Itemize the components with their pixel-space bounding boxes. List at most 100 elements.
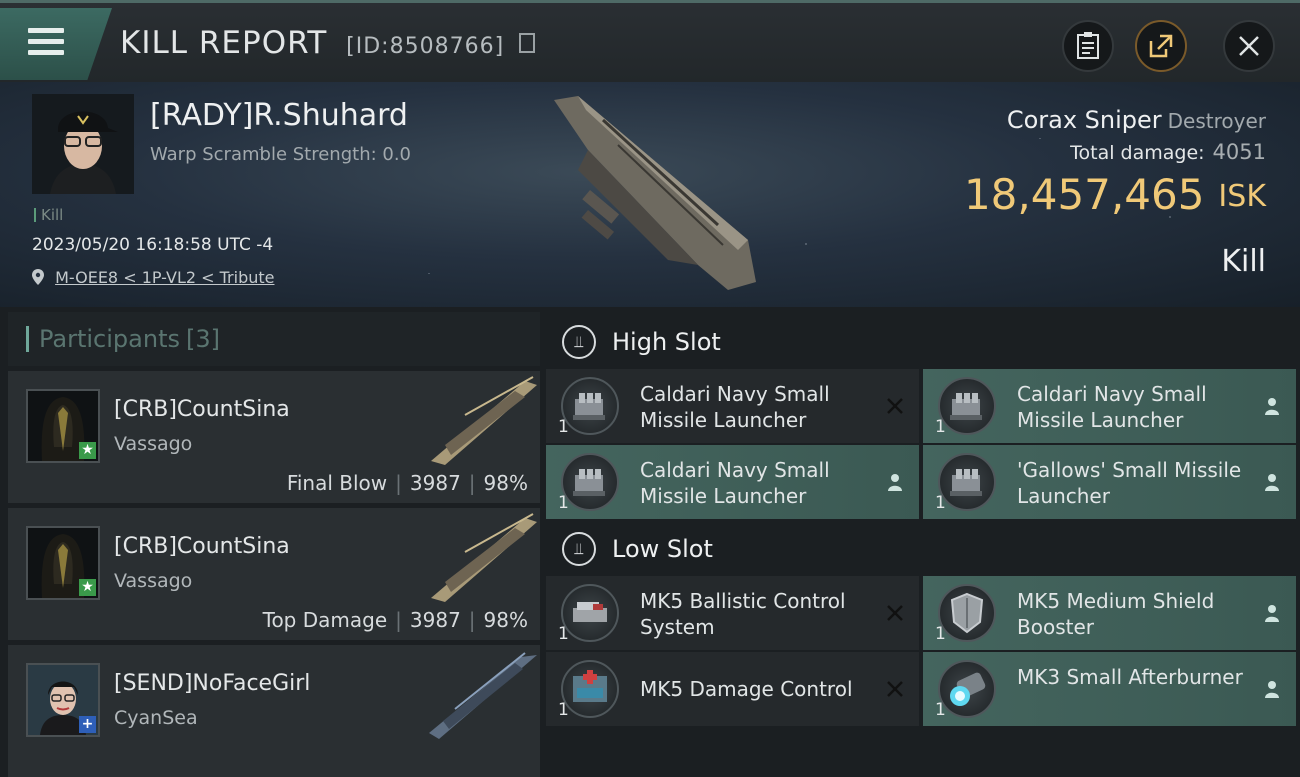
- hamburger-icon: [28, 28, 64, 61]
- participant-ship-image: [429, 652, 537, 739]
- destroyed-icon: [884, 678, 906, 700]
- module-name: MK5 Medium Shield Booster: [1017, 589, 1215, 639]
- module-name: Caldari Navy Small Missile Launcher: [640, 382, 830, 432]
- participant-avatar: +: [26, 663, 100, 737]
- total-damage-label: Total damage:: [1070, 142, 1205, 164]
- module-slot[interactable]: 1 MK3 Small Afterburner: [923, 652, 1296, 726]
- star-badge-icon: ★: [79, 579, 96, 596]
- module-slot[interactable]: 1 MK5 Damage Control: [546, 652, 919, 726]
- dropped-person-icon: [884, 471, 906, 493]
- module-name: MK5 Ballistic Control System: [640, 589, 846, 639]
- close-button[interactable]: [1223, 20, 1275, 72]
- isk-amount: 18,457,465: [963, 170, 1205, 219]
- participant-name: [CRB]CountSina: [114, 397, 290, 422]
- participant-damage: 3987: [409, 608, 461, 632]
- pilot-avatar: [32, 94, 134, 194]
- high-slot-header: ⫫ High Slot: [546, 312, 1300, 372]
- report-id: [ID:8508766]: [346, 34, 505, 59]
- module-slot[interactable]: 1 Caldari Navy Small Missile Launcher: [546, 445, 919, 519]
- module-qty: 1: [558, 493, 569, 513]
- participant-percent: 98%: [483, 608, 528, 632]
- participant-percent: 98%: [483, 471, 528, 495]
- missile-launcher-icon: [938, 377, 996, 435]
- low-slot-header: ⫫ Low Slot: [546, 519, 1300, 579]
- missile-launcher-icon: [561, 377, 619, 435]
- warp-scramble-strength: Warp Scramble Strength: 0.0: [150, 144, 412, 165]
- missile-launcher-icon: [561, 453, 619, 511]
- module-qty: 1: [558, 700, 569, 720]
- ballistic-control-icon: [561, 584, 619, 642]
- participant-role: Final Blow: [286, 471, 388, 495]
- kill-location[interactable]: M-OEE8 < 1P-VL2 < Tribute: [32, 268, 274, 287]
- participant-ship: CyanSea: [114, 707, 198, 729]
- participant-ship-image: [431, 513, 537, 602]
- plus-badge-icon: +: [79, 716, 96, 733]
- low-slot-icon: ⫫: [562, 532, 596, 566]
- module-qty: 1: [935, 700, 946, 720]
- participant-avatar: ★: [26, 389, 100, 463]
- module-qty: 1: [935, 417, 946, 437]
- victim-summary: [RADY]R.Shuhard Warp Scramble Strength: …: [0, 82, 1300, 307]
- participants-panel: Participants [3] ★ [CRB]CountSina Vassag…: [8, 312, 540, 777]
- dropped-person-icon: [1261, 602, 1283, 624]
- clipboard-button[interactable]: [1062, 20, 1114, 72]
- share-button[interactable]: [1135, 20, 1187, 72]
- star-badge-icon: ★: [79, 442, 96, 459]
- high-slot-icon: ⫫: [562, 325, 596, 359]
- participants-count: [3]: [185, 325, 220, 353]
- location-text: M-OEE8 < 1P-VL2 < Tribute: [55, 268, 275, 287]
- location-pin-icon: [32, 269, 44, 285]
- participant-name: [SEND]NoFaceGirl: [114, 671, 311, 696]
- shield-booster-icon: [938, 584, 996, 642]
- participant-name: [CRB]CountSina: [114, 534, 290, 559]
- module-name: MK5 Damage Control: [640, 677, 853, 701]
- dropped-person-icon: [1261, 678, 1283, 700]
- dropped-person-icon: [1261, 395, 1283, 417]
- total-damage: Total damage: 4051: [1070, 140, 1266, 164]
- menu-button[interactable]: [0, 8, 112, 80]
- participants-header: Participants [3]: [8, 312, 540, 366]
- participant-ship-image: [431, 376, 537, 465]
- participant-stats: Final Blow | 3987 | 98%: [286, 471, 528, 495]
- copy-icon[interactable]: [519, 32, 536, 53]
- participant-row[interactable]: + [SEND]NoFaceGirl CyanSea: [8, 645, 540, 777]
- participant-role: Top Damage: [262, 608, 388, 632]
- participant-ship: Vassago: [114, 433, 193, 455]
- participant-ship: Vassago: [114, 570, 193, 592]
- module-name: 'Gallows' Small Missile Launcher: [1017, 458, 1242, 508]
- participant-row[interactable]: ★ [CRB]CountSina Vassago Final Blow | 3987…: [8, 371, 540, 503]
- kill-tag: Kill: [34, 206, 63, 224]
- participant-row[interactable]: ★ [CRB]CountSina Vassago Top Damage | 3987…: [8, 508, 540, 640]
- participant-avatar: ★: [26, 526, 100, 600]
- kill-datetime: 2023/05/20 16:18:58 UTC -4: [32, 235, 274, 255]
- module-qty: 1: [558, 417, 569, 437]
- module-slot[interactable]: 1 MK5 Medium Shield Booster: [923, 576, 1296, 650]
- isk-value: 18,457,465 ISK: [964, 170, 1266, 219]
- afterburner-icon: [938, 660, 996, 718]
- dropped-person-icon: [1261, 471, 1283, 493]
- module-slot[interactable]: 1 Caldari Navy Small Missile Launcher: [546, 369, 919, 443]
- participant-stats: Top Damage | 3987 | 98%: [262, 608, 528, 632]
- close-icon: [1239, 36, 1259, 56]
- module-qty: 1: [935, 493, 946, 513]
- victim-ship-image: [554, 96, 756, 290]
- total-damage-value: 4051: [1212, 140, 1266, 164]
- low-slot-title: Low Slot: [612, 535, 713, 563]
- page-title: KILL REPORT [ID:8508766]: [120, 25, 536, 61]
- module-qty: 1: [558, 624, 569, 644]
- title-bar: KILL REPORT [ID:8508766]: [0, 0, 1300, 82]
- victim-portrait[interactable]: [32, 94, 134, 194]
- module-slot[interactable]: 1 'Gallows' Small Missile Launcher: [923, 445, 1296, 519]
- module-name: Caldari Navy Small Missile Launcher: [640, 458, 830, 508]
- ship-name: Corax Sniper: [1006, 106, 1162, 134]
- module-qty: 1: [935, 624, 946, 644]
- ship-class: Destroyer: [1167, 109, 1266, 133]
- result-label: Kill: [1221, 244, 1266, 279]
- destroyed-icon: [884, 602, 906, 624]
- module-slot[interactable]: 1 MK5 Ballistic Control System: [546, 576, 919, 650]
- module-slot[interactable]: 1 Caldari Navy Small Missile Launcher: [923, 369, 1296, 443]
- module-name: MK3 Small Afterburner: [1017, 665, 1243, 689]
- isk-unit: ISK: [1218, 179, 1266, 214]
- victim-ship: Corax Sniper Destroyer: [1007, 106, 1266, 134]
- victim-name[interactable]: [RADY]R.Shuhard: [150, 98, 408, 133]
